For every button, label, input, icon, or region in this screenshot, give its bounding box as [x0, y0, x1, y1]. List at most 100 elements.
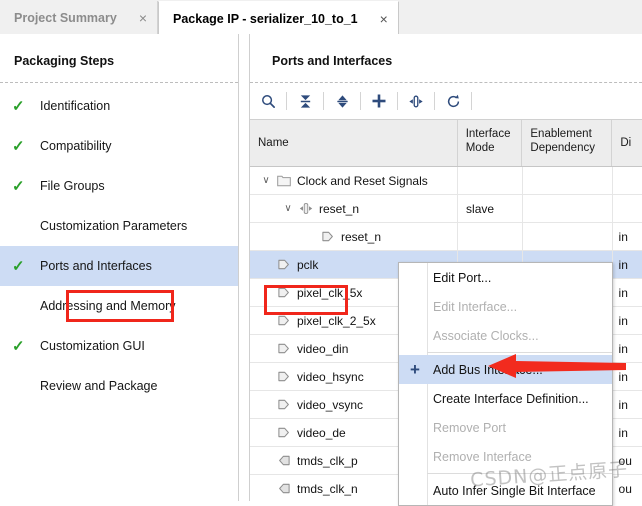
menu-item-label: Remove Interface [433, 449, 532, 464]
sidebar-item-label: Customization GUI [40, 339, 145, 353]
expand-all-icon[interactable] [324, 86, 360, 116]
tab-label: Package IP - serializer_10_to_1 [173, 11, 358, 26]
port-name-label: Clock and Reset Signals [297, 173, 428, 188]
cell-name: ∨ reset_n [250, 195, 459, 222]
column-header-direction[interactable]: Di [612, 120, 642, 166]
port-name-label: video_de [297, 425, 346, 440]
cell-direction: ou [618, 453, 632, 468]
table-row[interactable]: reset_n in [250, 223, 642, 251]
cell-enablement-dependency [523, 223, 613, 250]
sidebar-item-label: File Groups [40, 179, 105, 193]
check-icon: ✓ [12, 97, 25, 115]
sidebar-item-addressing-and-memory[interactable]: Addressing and Memory [0, 286, 238, 326]
sidebar-item-compatibility[interactable]: ✓ Compatibility [0, 126, 238, 166]
sidebar-item-customization-gui[interactable]: ✓ Customization GUI [0, 326, 238, 366]
cell-direction: in [618, 285, 628, 300]
search-icon[interactable] [250, 86, 286, 116]
port-name-label: video_vsync [297, 397, 364, 412]
header-line-1: Enablement [530, 128, 592, 140]
tab-bar: Project Summary × Package IP - serialize… [0, 0, 642, 35]
menu-item-associate-clocks: Associate Clocks... [399, 321, 612, 350]
port-in-icon [274, 314, 294, 327]
panel-title: Packaging Steps [14, 54, 115, 68]
port-in-icon [318, 230, 338, 243]
check-icon: ✓ [12, 177, 25, 195]
toolbar-separator [471, 92, 472, 110]
add-icon[interactable] [361, 86, 397, 116]
cell-enablement-dependency [523, 195, 613, 222]
table-header-row: Name Interface Mode Enablement Dependenc… [250, 119, 642, 167]
port-name-label: reset_n [319, 201, 360, 216]
column-header-name[interactable]: Name [250, 120, 458, 166]
cell-interface-mode [458, 167, 523, 194]
plus-icon: + [410, 359, 420, 379]
menu-item-add-bus-interface[interactable]: + Add Bus Interface... [399, 355, 612, 384]
cell-name: ∨ Clock and Reset Signals [250, 167, 459, 194]
port-in-icon [274, 286, 294, 299]
application-window: Project Summary × Package IP - serialize… [0, 0, 642, 506]
refresh-icon[interactable] [435, 86, 471, 116]
menu-item-label: Auto Infer Single Bit Interface [433, 483, 596, 498]
column-header-enablement-dependency[interactable]: Enablement Dependency [522, 120, 613, 166]
sidebar-item-identification[interactable]: ✓ Identification [0, 86, 238, 126]
cell-direction: in [618, 229, 628, 244]
port-in-icon [274, 342, 294, 355]
port-in-icon [274, 258, 294, 271]
port-in-icon [274, 370, 294, 383]
header-line-1: Di [620, 137, 632, 149]
cell-direction: in [618, 257, 628, 272]
port-out-icon [274, 482, 294, 495]
menu-item-remove-interface: Remove Interface [399, 442, 612, 471]
port-name-label: tmds_clk_n [297, 481, 358, 496]
menu-item-edit-port[interactable]: Edit Port... [399, 263, 612, 292]
cell-direction: in [618, 369, 628, 384]
header-line-2: Mode [465, 142, 495, 154]
sidebar-item-file-groups[interactable]: ✓ File Groups [0, 166, 238, 206]
menu-item-remove-port: Remove Port [399, 413, 612, 442]
sidebar-item-ports-and-interfaces[interactable]: ✓ Ports and Interfaces [0, 246, 238, 286]
cell-direction: in [618, 425, 628, 440]
header-line-2: Dependency [530, 142, 595, 154]
header-line-1: Interface [465, 128, 511, 140]
cell-interface-mode: slave [458, 195, 523, 222]
menu-item-create-interface-definition[interactable]: Create Interface Definition... [399, 384, 612, 413]
close-icon[interactable]: × [380, 12, 388, 26]
menu-item-label: Remove Port [433, 420, 506, 435]
sidebar-item-label: Compatibility [40, 139, 112, 153]
sidebar-item-label: Addressing and Memory [40, 299, 176, 313]
sidebar-item-label: Ports and Interfaces [40, 259, 152, 273]
menu-separator [427, 473, 612, 474]
port-in-icon [274, 426, 294, 439]
cell-direction [613, 167, 642, 194]
menu-item-label: Add Bus Interface... [433, 362, 543, 377]
chevron-down-icon[interactable]: ∨ [280, 203, 296, 214]
menu-item-edit-interface: Edit Interface... [399, 292, 612, 321]
port-name-label: pixel_clk_5x [297, 285, 363, 300]
table-row[interactable]: ∨ Clock and Reset Signals [250, 167, 642, 195]
packaging-steps-panel: Packaging Steps ✓ Identification ✓ Compatib… [0, 34, 239, 501]
column-header-interface-mode[interactable]: Interface Mode [458, 120, 523, 166]
chevron-down-icon[interactable]: ∨ [258, 175, 274, 186]
context-menu-items: Edit Port... Edit Interface... Associate C… [399, 263, 612, 505]
close-icon[interactable]: × [139, 11, 147, 25]
port-name-label: reset_n [341, 229, 382, 244]
port-name-label: tmds_clk_p [297, 453, 358, 468]
tab-project-summary[interactable]: Project Summary × [0, 1, 159, 34]
tab-package-ip[interactable]: Package IP - serializer_10_to_1 × [158, 1, 399, 35]
sidebar-item-customization-parameters[interactable]: Customization Parameters [0, 206, 238, 246]
table-row[interactable]: ∨ reset_n slave [250, 195, 642, 223]
toggle-interface-icon[interactable] [398, 86, 434, 116]
packaging-steps-list: ✓ Identification ✓ Compatibility ✓ File Group… [0, 86, 238, 406]
sidebar-item-label: Customization Parameters [40, 219, 188, 233]
cell-direction [613, 195, 642, 222]
check-icon: ✓ [12, 137, 25, 155]
cell-direction: in [618, 341, 628, 356]
port-name-label: video_hsync [297, 369, 364, 384]
check-icon: ✓ [12, 337, 25, 355]
menu-separator [427, 352, 612, 353]
folder-icon [274, 175, 294, 187]
collapse-all-icon[interactable] [287, 86, 323, 116]
sidebar-item-review-and-package[interactable]: Review and Package [0, 366, 238, 406]
tab-label: Project Summary [14, 10, 117, 25]
context-menu: Edit Port... Edit Interface... Associate C… [398, 262, 613, 506]
